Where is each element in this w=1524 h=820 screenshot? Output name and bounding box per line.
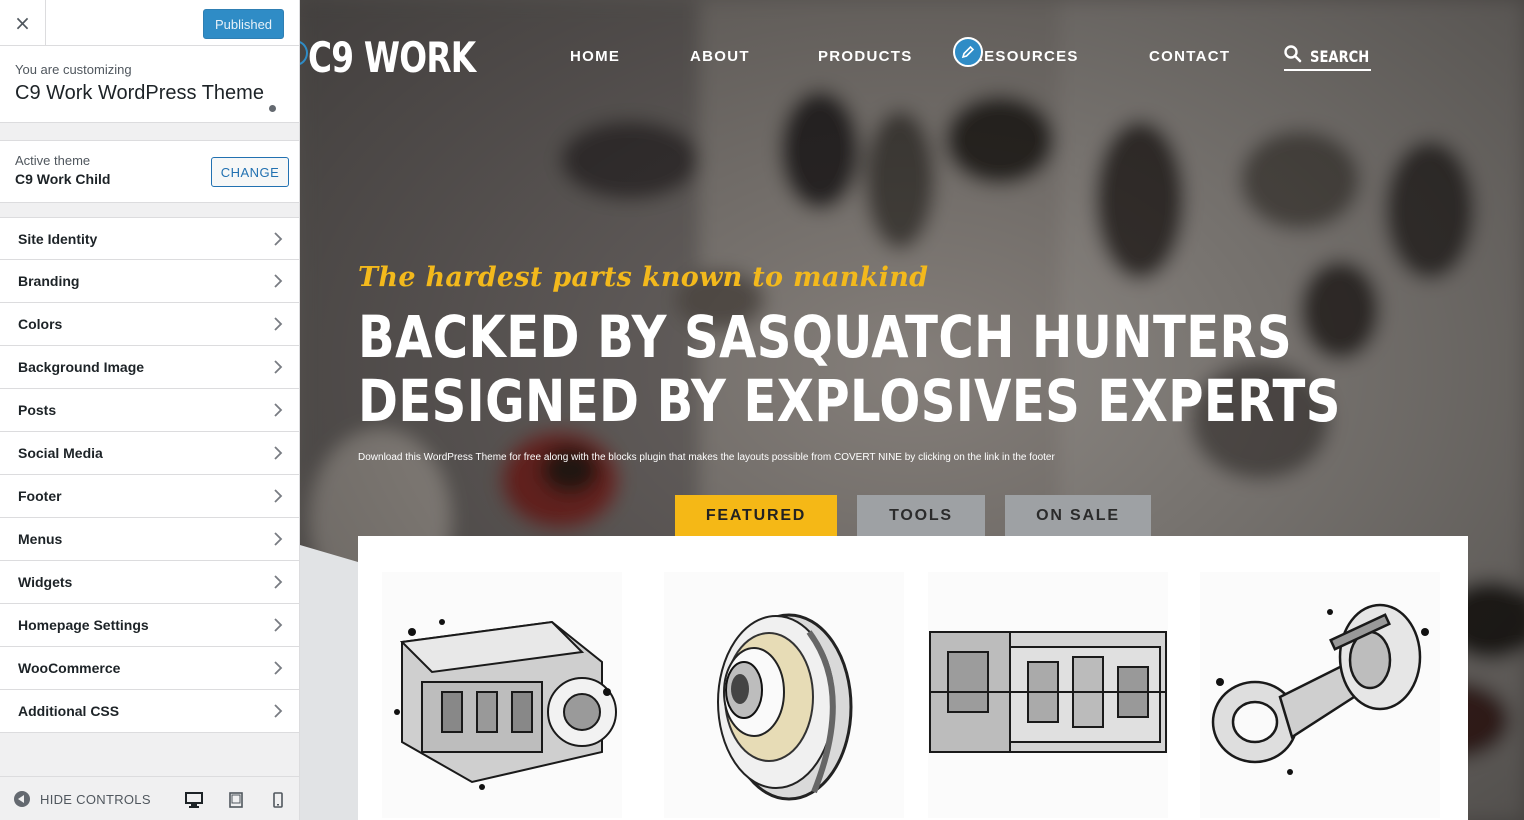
hero-headline-1: BACKED BY SASQUATCH HUNTERS	[358, 303, 1293, 371]
published-button[interactable]: Published	[203, 9, 284, 39]
section-background-image[interactable]: Background Image	[0, 346, 299, 389]
section-label: Site Identity	[18, 231, 98, 247]
chevron-right-icon	[271, 317, 285, 331]
nav-home[interactable]: HOME	[570, 48, 620, 65]
chevron-right-icon	[271, 532, 285, 546]
active-theme-label: Active theme	[15, 153, 91, 168]
nav-about[interactable]: ABOUT	[690, 48, 750, 65]
mobile-icon[interactable]	[268, 790, 288, 810]
nav-resources[interactable]: RESOURCES	[972, 48, 1079, 65]
active-theme-panel: Active theme C9 Work Child CHANGE	[0, 140, 299, 203]
close-icon[interactable]: ×	[0, 0, 46, 45]
help-dot-icon[interactable]	[269, 105, 276, 112]
chevron-right-icon	[271, 232, 285, 246]
section-label: Widgets	[18, 574, 73, 590]
section-woocommerce[interactable]: WooCommerce	[0, 647, 299, 690]
search-label: SEARCH	[1310, 47, 1370, 66]
nav-contact[interactable]: CONTACT	[1149, 48, 1230, 65]
tab-featured[interactable]: FEATURED	[675, 495, 837, 536]
customizing-label: You are customizing	[15, 62, 132, 77]
section-label: Footer	[18, 488, 62, 504]
section-label: Branding	[18, 273, 80, 289]
engine-image[interactable]	[382, 572, 622, 818]
chevron-right-icon	[271, 274, 285, 288]
products-grid	[358, 536, 1468, 820]
nav-products[interactable]: PRODUCTS	[818, 48, 913, 65]
hero-tagline: The hardest parts known to mankind	[358, 262, 929, 293]
customizer-info: You are customizing C9 Work WordPress Th…	[0, 46, 299, 123]
hide-controls-button[interactable]: HIDE CONTROLS	[14, 791, 151, 807]
search-icon	[1284, 45, 1302, 68]
section-social-media[interactable]: Social Media	[0, 432, 299, 475]
customizer-sections: Site Identity Branding Colors Background Im…	[0, 217, 299, 733]
section-branding[interactable]: Branding	[0, 260, 299, 303]
active-theme-name: C9 Work Child	[15, 171, 111, 187]
section-label: Additional CSS	[18, 703, 120, 719]
customizer-header: × Published	[0, 0, 299, 46]
customizer-sidebar: × Published You are customizing C9 Work …	[0, 0, 300, 820]
clutch-image[interactable]	[664, 572, 904, 818]
section-additional-css[interactable]: Additional CSS	[0, 690, 299, 733]
customizer-footer: HIDE CONTROLS	[0, 776, 299, 820]
pencil-icon[interactable]	[953, 37, 983, 67]
section-label: Social Media	[18, 445, 103, 461]
section-label: Colors	[18, 316, 63, 332]
hero-subtext: Download this WordPress Theme for free a…	[358, 452, 1055, 463]
site-logo[interactable]: C9 WORK	[308, 33, 476, 82]
section-footer[interactable]: Footer	[0, 475, 299, 518]
site-title: C9 Work WordPress Theme	[15, 82, 264, 104]
tab-tools[interactable]: TOOLS	[857, 495, 985, 536]
piston-image[interactable]	[1200, 572, 1440, 818]
section-label: WooCommerce	[18, 660, 121, 676]
section-label: Background Image	[18, 359, 145, 375]
search-field[interactable]: SEARCH	[1284, 44, 1371, 71]
hide-controls-label: HIDE CONTROLS	[40, 791, 151, 807]
chevron-right-icon	[271, 575, 285, 589]
section-posts[interactable]: Posts	[0, 389, 299, 432]
chevron-right-icon	[271, 661, 285, 675]
chevron-right-icon	[271, 704, 285, 718]
chevron-right-icon	[271, 360, 285, 374]
section-site-identity[interactable]: Site Identity	[0, 217, 299, 260]
chevron-right-icon	[271, 403, 285, 417]
collapse-arrow-icon	[14, 791, 30, 807]
section-colors[interactable]: Colors	[0, 303, 299, 346]
change-theme-button[interactable]: CHANGE	[211, 157, 289, 187]
transmission-image[interactable]	[928, 572, 1168, 818]
section-menus[interactable]: Menus	[0, 518, 299, 561]
chevron-right-icon	[271, 446, 285, 460]
desktop-icon[interactable]	[184, 790, 204, 810]
chevron-right-icon	[271, 618, 285, 632]
chevron-right-icon	[271, 489, 285, 503]
section-widgets[interactable]: Widgets	[0, 561, 299, 604]
section-label: Posts	[18, 402, 57, 418]
site-preview: C9 WORK HOME ABOUT PRODUCTS RESOURCES CO…	[300, 0, 1524, 820]
hero-headline-2: DESIGNED BY EXPLOSIVES EXPERTS	[358, 367, 1341, 435]
tab-on-sale[interactable]: ON SALE	[1005, 495, 1151, 536]
section-homepage-settings[interactable]: Homepage Settings	[0, 604, 299, 647]
tablet-icon[interactable]	[226, 790, 246, 810]
section-label: Menus	[18, 531, 63, 547]
section-label: Homepage Settings	[18, 617, 149, 633]
